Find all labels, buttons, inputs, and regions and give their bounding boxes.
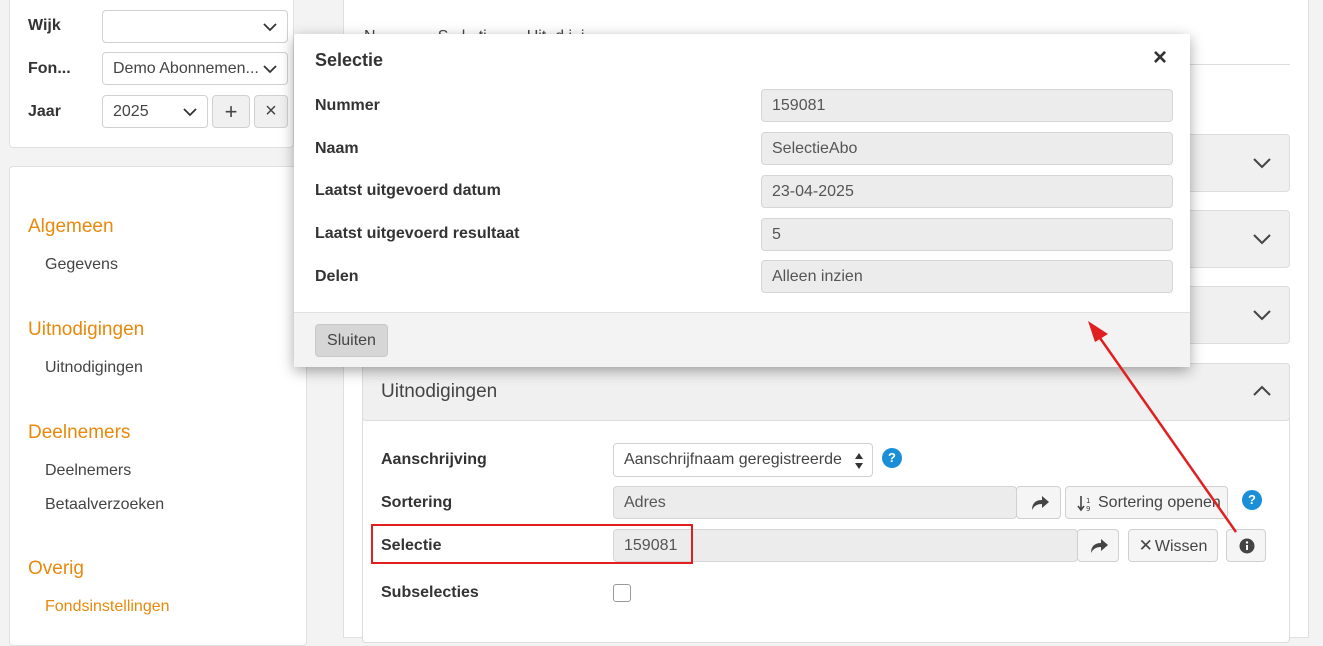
- annotation-arrow: [1088, 321, 1238, 533]
